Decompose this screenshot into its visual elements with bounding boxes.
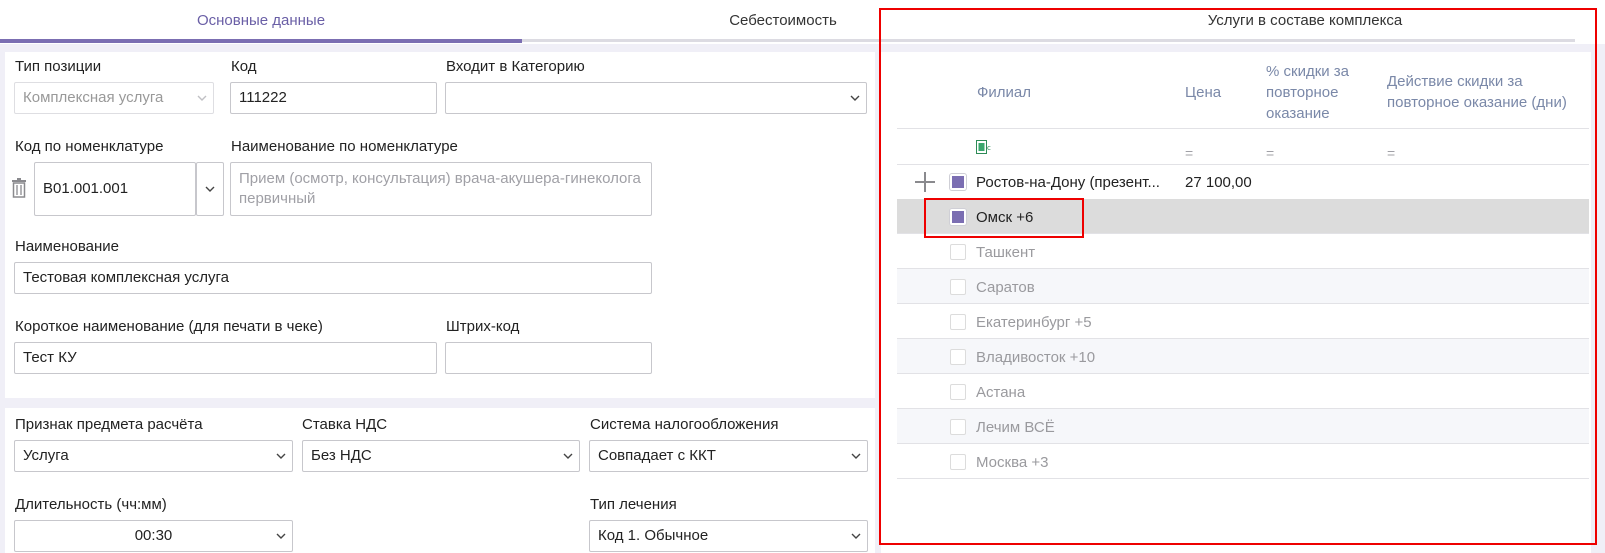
- name-label: Наименование: [15, 238, 119, 255]
- tab-main-data[interactable]: Основные данные: [0, 0, 522, 40]
- barcode-input[interactable]: [445, 342, 652, 374]
- active-tab-indicator: [0, 39, 522, 43]
- payment-value: Услуга: [23, 447, 69, 464]
- vat-select[interactable]: Без НДС: [302, 440, 580, 472]
- chevron-down-icon: [276, 451, 286, 461]
- nom-code-label: Код по номенклатуре: [15, 138, 164, 155]
- code-input[interactable]: 111222: [230, 82, 437, 114]
- chevron-down-icon: [197, 93, 207, 103]
- treatment-value: Код 1. Обычное: [598, 527, 709, 544]
- nom-code-input[interactable]: B01.001.001: [34, 162, 196, 216]
- nom-name-label: Наименование по номенклатуре: [231, 138, 458, 155]
- payment-label: Признак предмета расчёта: [15, 416, 203, 433]
- treatment-label: Тип лечения: [590, 496, 677, 513]
- short-name-label: Короткое наименование (для печати в чеке…: [15, 318, 323, 335]
- treatment-select[interactable]: Код 1. Обычное: [589, 520, 868, 552]
- duration-value: 00:30: [134, 527, 173, 544]
- tax-value: Совпадает с ККТ: [598, 447, 716, 464]
- name-input[interactable]: Тестовая комплексная услуга: [14, 262, 652, 294]
- payment-select[interactable]: Услуга: [14, 440, 293, 472]
- chevron-down-icon: [850, 93, 860, 103]
- barcode-label: Штрих-код: [446, 318, 520, 335]
- vat-label: Ставка НДС: [302, 416, 388, 433]
- nom-name-input[interactable]: Прием (осмотр, консультация) врача-акуше…: [230, 162, 652, 216]
- duration-label: Длительность (чч:мм): [15, 496, 167, 513]
- vat-value: Без НДС: [311, 447, 372, 464]
- type-select[interactable]: Комплексная услуга: [14, 82, 214, 114]
- code-label: Код: [231, 58, 257, 75]
- category-select[interactable]: [445, 82, 867, 114]
- duration-select[interactable]: 00:30: [14, 520, 293, 552]
- nom-code-dropdown[interactable]: [196, 162, 224, 216]
- category-label: Входит в Категорию: [446, 58, 585, 75]
- tax-label: Система налогообложения: [590, 416, 779, 433]
- chevron-down-icon: [563, 451, 573, 461]
- chevron-down-icon: [205, 184, 215, 194]
- short-name-input[interactable]: Тест КУ: [14, 342, 437, 374]
- highlight-row-box: [924, 198, 1084, 238]
- delete-icon[interactable]: [11, 178, 27, 198]
- type-value: Комплексная услуга: [23, 89, 164, 106]
- chevron-down-icon: [851, 451, 861, 461]
- highlight-panel-box: [879, 8, 1597, 545]
- type-label: Тип позиции: [15, 58, 102, 75]
- tax-select[interactable]: Совпадает с ККТ: [589, 440, 868, 472]
- chevron-down-icon: [851, 531, 861, 541]
- chevron-down-icon: [276, 531, 286, 541]
